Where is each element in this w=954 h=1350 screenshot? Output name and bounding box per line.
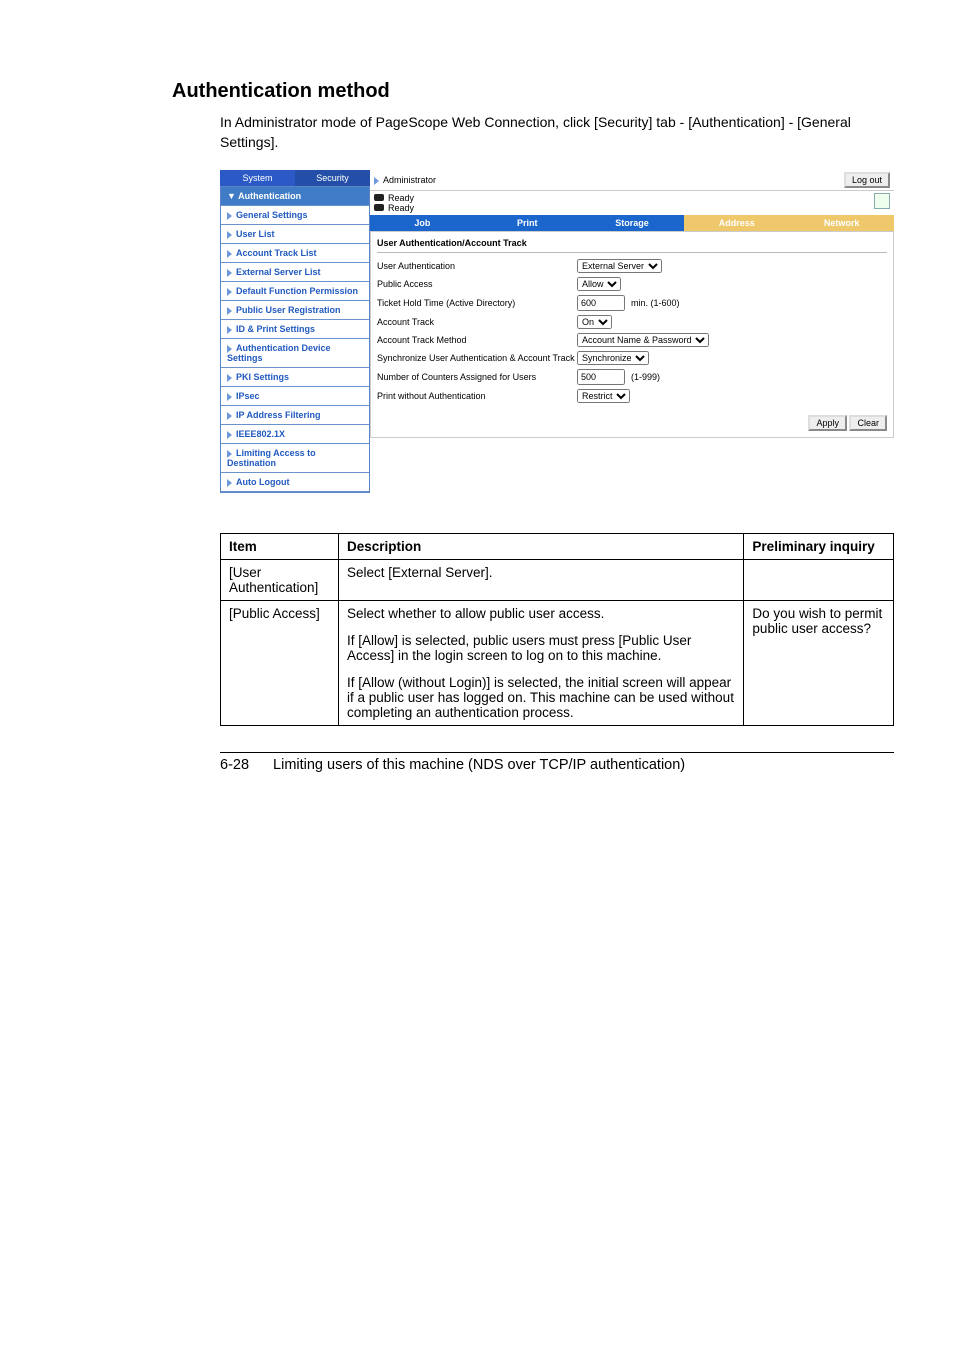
cell-inquiry (744, 560, 894, 601)
col-item: Item (221, 534, 339, 560)
cell-description: Select whether to allow public user acce… (338, 601, 743, 726)
form-row: Print without AuthenticationRestrict (377, 387, 887, 405)
form-area: User Authentication/Account Track User A… (370, 231, 894, 438)
print-without-auth-select[interactable]: Restrict (577, 389, 630, 403)
cell-item: [User Authentication] (221, 560, 339, 601)
sidebar-item-general-settings[interactable]: General Settings (221, 206, 369, 225)
col-inquiry: Preliminary inquiry (744, 534, 894, 560)
sidebar-item-public-user-registration[interactable]: Public User Registration (221, 301, 369, 320)
cell-item: [Public Access] (221, 601, 339, 726)
page-footer: 6-28 Limiting users of this machine (NDS… (220, 752, 894, 773)
synchronize-select[interactable]: Synchronize (577, 351, 649, 365)
printer-icon (374, 194, 384, 201)
form-suffix: min. (1-600) (631, 298, 680, 308)
section-heading: Authentication method (172, 80, 894, 103)
nav-tab-address[interactable]: Address (684, 215, 789, 231)
sidebar-item-ieee8021x[interactable]: IEEE802.1X (221, 425, 369, 444)
account-track-select[interactable]: On (577, 315, 612, 329)
side-header: System Security (220, 170, 370, 186)
chevron-right-icon (227, 307, 232, 315)
chevron-right-icon (227, 231, 232, 239)
nav-tab-job[interactable]: Job (370, 215, 475, 231)
ticket-hold-input[interactable] (577, 295, 625, 311)
table-header-row: Item Description Preliminary inquiry (221, 534, 894, 560)
form-row: Account Track MethodAccount Name & Passw… (377, 331, 887, 349)
form-label: Ticket Hold Time (Active Directory) (377, 298, 577, 308)
sidebar-item-external-server-list[interactable]: External Server List (221, 263, 369, 282)
counters-input[interactable] (577, 369, 625, 385)
administrator-label: Administrator (374, 175, 436, 185)
sidebar-item-auto-logout[interactable]: Auto Logout (221, 473, 369, 492)
public-access-select[interactable]: Allow (577, 277, 621, 291)
form-label: User Authentication (377, 261, 577, 271)
sidebar-item-ipsec[interactable]: IPsec (221, 387, 369, 406)
chevron-right-icon (227, 450, 232, 458)
status-bar: Ready Ready (370, 191, 894, 215)
sidebar-item-authentication[interactable]: ▼ Authentication (221, 187, 369, 206)
sidebar-item-limiting-access[interactable]: Limiting Access to Destination (221, 444, 369, 473)
account-track-method-select[interactable]: Account Name & Password (577, 333, 709, 347)
sidebar-item-ip-filtering[interactable]: IP Address Filtering (221, 406, 369, 425)
chevron-right-icon (227, 345, 232, 353)
logout-button[interactable]: Log out (844, 172, 890, 188)
chevron-right-icon (227, 212, 232, 220)
intro-text: In Administrator mode of PageScope Web C… (220, 113, 894, 152)
side-tab-system[interactable]: System (220, 170, 295, 186)
footer-text: Limiting users of this machine (NDS over… (273, 757, 685, 773)
chevron-right-icon (227, 431, 232, 439)
nav-tab-print[interactable]: Print (475, 215, 580, 231)
clear-button[interactable]: Clear (849, 415, 887, 431)
nav-tabs: JobPrintStorageAddressNetwork (370, 215, 894, 231)
form-row: Number of Counters Assigned for Users (1-… (377, 367, 887, 387)
chevron-right-icon (227, 479, 232, 487)
ready-label-2: Ready (388, 203, 414, 213)
form-label: Public Access (377, 279, 577, 289)
description-table: Item Description Preliminary inquiry [Us… (220, 533, 894, 726)
printer-icon (374, 204, 384, 211)
apply-button[interactable]: Apply (808, 415, 847, 431)
user-icon (374, 177, 379, 185)
user-authentication-select[interactable]: External Server (577, 259, 662, 273)
form-row: Ticket Hold Time (Active Directory) min. … (377, 293, 887, 313)
chevron-right-icon (227, 412, 232, 420)
admin-screenshot: System Security ▼ AuthenticationGeneral … (220, 170, 894, 493)
form-label: Account Track (377, 317, 577, 327)
sidebar-item-account-track-list[interactable]: Account Track List (221, 244, 369, 263)
col-desc: Description (338, 534, 743, 560)
form-suffix: (1-999) (631, 372, 660, 382)
side-tab-security[interactable]: Security (295, 170, 370, 186)
form-row: Public AccessAllow (377, 275, 887, 293)
chevron-right-icon (227, 288, 232, 296)
form-label: Print without Authentication (377, 391, 577, 401)
form-row: User AuthenticationExternal Server (377, 257, 887, 275)
sidebar-list: ▼ AuthenticationGeneral SettingsUser Lis… (220, 186, 370, 493)
cell-description: Select [External Server]. (338, 560, 743, 601)
form-label: Account Track Method (377, 335, 577, 345)
sidebar-item-default-permission[interactable]: Default Function Permission (221, 282, 369, 301)
nav-tab-network[interactable]: Network (789, 215, 894, 231)
form-title: User Authentication/Account Track (377, 238, 887, 253)
table-row: [Public Access]Select whether to allow p… (221, 601, 894, 726)
chevron-right-icon (227, 250, 232, 258)
page-number: 6-28 (220, 757, 249, 773)
form-label: Synchronize User Authentication & Accoun… (377, 353, 577, 363)
sidebar-item-user-list[interactable]: User List (221, 225, 369, 244)
ready-label-1: Ready (388, 193, 414, 203)
refresh-icon[interactable] (874, 193, 890, 209)
nav-tab-storage[interactable]: Storage (580, 215, 685, 231)
form-row: Account TrackOn (377, 313, 887, 331)
admin-bar: Administrator Log out (370, 170, 894, 191)
sidebar-item-id-print-settings[interactable]: ID & Print Settings (221, 320, 369, 339)
table-row: [User Authentication]Select [External Se… (221, 560, 894, 601)
chevron-right-icon (227, 326, 232, 334)
cell-inquiry: Do you wish to permit public user access… (744, 601, 894, 726)
chevron-right-icon (227, 269, 232, 277)
sidebar-item-pki-settings[interactable]: PKI Settings (221, 368, 369, 387)
form-label: Number of Counters Assigned for Users (377, 372, 577, 382)
chevron-right-icon (227, 374, 232, 382)
form-row: Synchronize User Authentication & Accoun… (377, 349, 887, 367)
sidebar-item-auth-device-settings[interactable]: Authentication Device Settings (221, 339, 369, 368)
chevron-right-icon (227, 393, 232, 401)
